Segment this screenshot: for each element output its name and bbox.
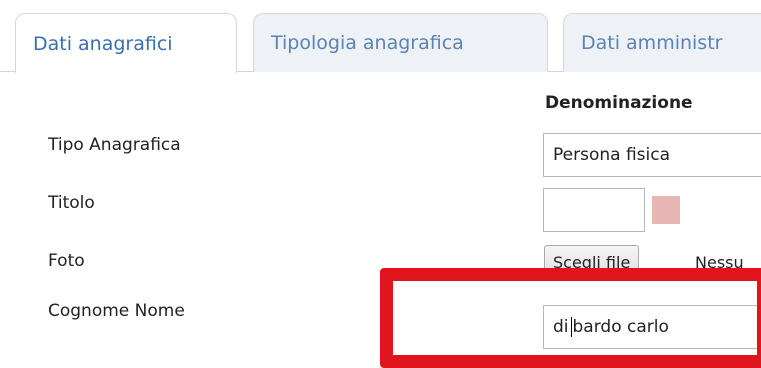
foto-label: Foto bbox=[48, 251, 85, 271]
tab-dati-amministrativi[interactable]: Dati amministr bbox=[563, 13, 761, 72]
column-header: Denominazione bbox=[545, 93, 693, 113]
titolo-input[interactable] bbox=[543, 188, 645, 232]
tipo-anagrafica-value: Persona fisica bbox=[553, 145, 670, 165]
titolo-label: Titolo bbox=[48, 193, 95, 213]
tab-tipologia-anagrafica[interactable]: Tipologia anagrafica bbox=[253, 13, 548, 72]
tab-label: Tipologia anagrafica bbox=[271, 32, 464, 54]
cognome-nome-label: Cognome Nome bbox=[48, 301, 185, 321]
tab-label: Dati amministr bbox=[581, 32, 723, 54]
tab-label: Dati anagrafici bbox=[33, 32, 173, 55]
tab-dati-anagrafici[interactable]: Dati anagrafici bbox=[15, 13, 237, 73]
tab-bar: Dati anagrafici Tipologia anagrafica Dat… bbox=[0, 0, 761, 73]
tipo-anagrafica-select[interactable]: Persona fisica bbox=[543, 133, 761, 177]
tipo-anagrafica-label: Tipo Anagrafica bbox=[48, 135, 181, 155]
red-highlight-annotation bbox=[380, 268, 761, 368]
color-swatch[interactable] bbox=[652, 196, 680, 224]
